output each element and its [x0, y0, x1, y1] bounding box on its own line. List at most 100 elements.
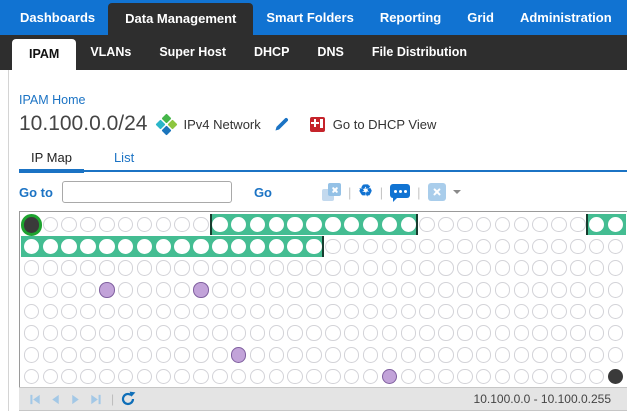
- comment-icon[interactable]: [390, 184, 410, 198]
- nav-item-smart-folders[interactable]: Smart Folders: [253, 0, 366, 35]
- ip-cell-free[interactable]: [137, 260, 153, 276]
- ip-cell-free[interactable]: [495, 282, 511, 298]
- ip-cell-free[interactable]: [419, 239, 435, 255]
- ip-cell-free[interactable]: [80, 217, 96, 233]
- ip-cell-free[interactable]: [401, 304, 417, 320]
- ip-cell-free[interactable]: [344, 369, 360, 385]
- ip-cell-free[interactable]: [514, 347, 530, 363]
- ip-cell-free[interactable]: [193, 325, 209, 341]
- ip-cell-free[interactable]: [43, 347, 59, 363]
- ip-cell-free[interactable]: [99, 260, 115, 276]
- ip-cell-free[interactable]: [419, 217, 435, 233]
- ip-cell-dhcp-range[interactable]: [306, 217, 322, 233]
- ip-cell-free[interactable]: [269, 325, 285, 341]
- ip-cell-free[interactable]: [156, 260, 172, 276]
- ip-cell-free[interactable]: [570, 347, 586, 363]
- ip-cell-free[interactable]: [306, 347, 322, 363]
- ip-cell-free[interactable]: [80, 325, 96, 341]
- ip-cell-free[interactable]: [61, 325, 77, 341]
- ip-cell-dhcp-range[interactable]: [287, 239, 303, 255]
- ip-cell-free[interactable]: [514, 369, 530, 385]
- ip-cell-dhcp-range[interactable]: [212, 239, 228, 255]
- ip-cell-free[interactable]: [43, 325, 59, 341]
- breadcrumb-ipam-home[interactable]: IPAM Home: [19, 93, 85, 107]
- ip-cell-free[interactable]: [457, 282, 473, 298]
- ip-cell-free[interactable]: [457, 325, 473, 341]
- ip-cell-free[interactable]: [250, 304, 266, 320]
- ip-cell-free[interactable]: [438, 217, 454, 233]
- ip-cell-free[interactable]: [438, 239, 454, 255]
- ip-cell-free[interactable]: [212, 369, 228, 385]
- ip-cell-free[interactable]: [401, 325, 417, 341]
- ip-cell-used[interactable]: [231, 347, 247, 363]
- ip-cell-free[interactable]: [118, 217, 134, 233]
- ip-cell-free[interactable]: [231, 325, 247, 341]
- ip-cell-free[interactable]: [363, 369, 379, 385]
- ip-cell-free[interactable]: [363, 347, 379, 363]
- ip-cell-free[interactable]: [551, 239, 567, 255]
- ip-cell-free[interactable]: [24, 304, 40, 320]
- ip-cell-free[interactable]: [589, 369, 605, 385]
- ip-cell-free[interactable]: [118, 369, 134, 385]
- ip-cell-free[interactable]: [99, 325, 115, 341]
- ip-cell-free[interactable]: [401, 260, 417, 276]
- nav-item-data-management[interactable]: Data Management: [108, 3, 253, 35]
- ip-cell-free[interactable]: [589, 304, 605, 320]
- ip-cell-free[interactable]: [363, 260, 379, 276]
- ip-cell-free[interactable]: [514, 282, 530, 298]
- ip-cell-free[interactable]: [608, 282, 624, 298]
- ip-cell-free[interactable]: [80, 282, 96, 298]
- goto-input[interactable]: [62, 181, 232, 203]
- ip-cell-free[interactable]: [457, 369, 473, 385]
- ip-cell-free[interactable]: [231, 369, 247, 385]
- ip-cell-free[interactable]: [476, 369, 492, 385]
- ip-cell-free[interactable]: [476, 282, 492, 298]
- close-icon[interactable]: [428, 183, 446, 201]
- ip-cell-free[interactable]: [80, 369, 96, 385]
- ip-cell-free[interactable]: [363, 304, 379, 320]
- ip-cell-free[interactable]: [156, 369, 172, 385]
- ip-cell-free[interactable]: [61, 347, 77, 363]
- ip-cell-free[interactable]: [551, 217, 567, 233]
- ip-cell-free[interactable]: [344, 325, 360, 341]
- ip-cell-free[interactable]: [250, 282, 266, 298]
- ip-cell-dhcp-range[interactable]: [325, 217, 341, 233]
- ip-cell-free[interactable]: [551, 325, 567, 341]
- ip-cell-free[interactable]: [363, 282, 379, 298]
- ip-cell-free[interactable]: [287, 260, 303, 276]
- ip-cell-free[interactable]: [118, 260, 134, 276]
- ip-cell-free[interactable]: [24, 325, 40, 341]
- ip-cell-free[interactable]: [532, 260, 548, 276]
- ip-cell-free[interactable]: [495, 304, 511, 320]
- ip-cell-free[interactable]: [476, 239, 492, 255]
- ip-cell-free[interactable]: [438, 369, 454, 385]
- ip-cell-free[interactable]: [269, 304, 285, 320]
- ip-cell-free[interactable]: [419, 325, 435, 341]
- ip-cell-free[interactable]: [419, 304, 435, 320]
- ip-cell-free[interactable]: [325, 304, 341, 320]
- ip-cell-free[interactable]: [401, 369, 417, 385]
- ip-cell-free[interactable]: [24, 282, 40, 298]
- ip-cell-free[interactable]: [269, 282, 285, 298]
- ip-cell-free[interactable]: [287, 325, 303, 341]
- ip-cell-free[interactable]: [306, 260, 322, 276]
- ip-cell-free[interactable]: [174, 260, 190, 276]
- ip-cell-free[interactable]: [212, 260, 228, 276]
- ip-cell-free[interactable]: [532, 347, 548, 363]
- ip-cell-free[interactable]: [344, 260, 360, 276]
- ip-cell-free[interactable]: [382, 282, 398, 298]
- ip-cell-free[interactable]: [495, 239, 511, 255]
- ip-cell-free[interactable]: [495, 217, 511, 233]
- ip-cell-free[interactable]: [438, 347, 454, 363]
- ip-cell-free[interactable]: [570, 260, 586, 276]
- ip-cell-free[interactable]: [589, 325, 605, 341]
- ip-cell-free[interactable]: [419, 260, 435, 276]
- ip-cell-free[interactable]: [193, 369, 209, 385]
- ip-cell-free[interactable]: [551, 260, 567, 276]
- ip-cell-free[interactable]: [61, 260, 77, 276]
- ip-cell-free[interactable]: [80, 347, 96, 363]
- ip-cell-free[interactable]: [551, 282, 567, 298]
- ip-cell-free[interactable]: [438, 260, 454, 276]
- ip-cell-free[interactable]: [476, 347, 492, 363]
- nav-item-dashboards[interactable]: Dashboards: [7, 0, 108, 35]
